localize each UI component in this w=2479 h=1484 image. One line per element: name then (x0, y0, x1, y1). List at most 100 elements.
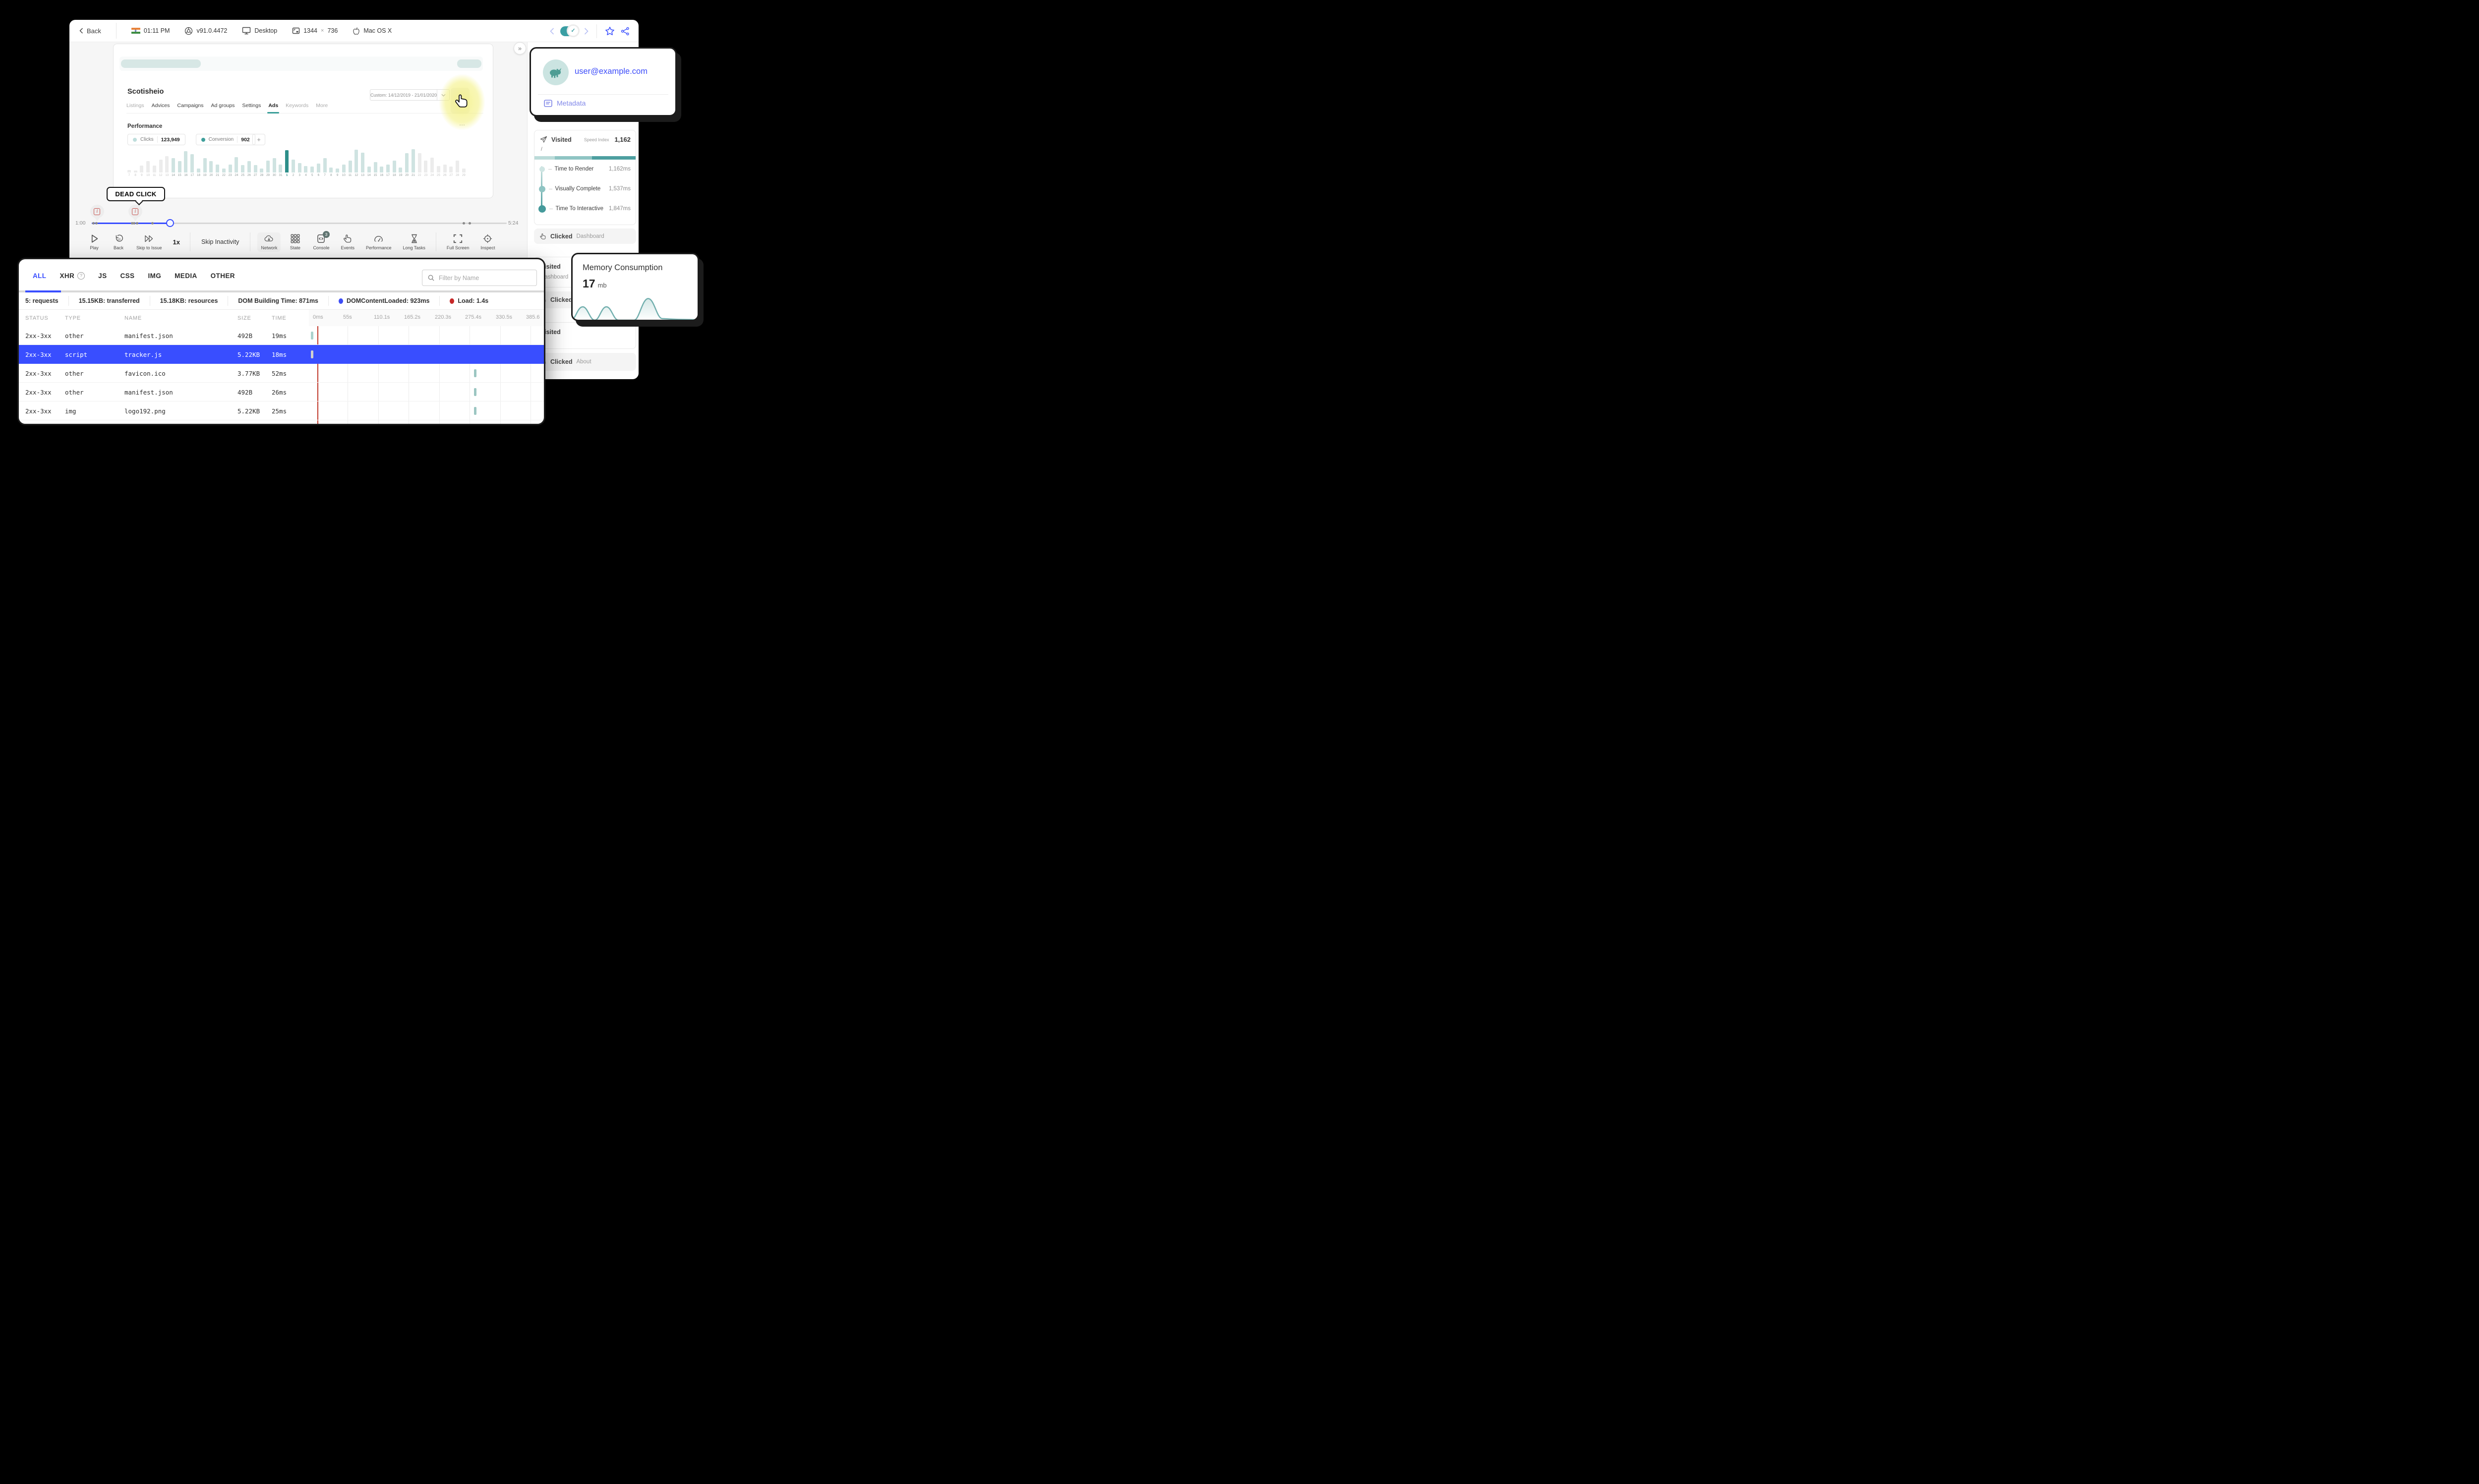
clicked-event-item[interactable]: Clicked About (534, 353, 636, 371)
timeline-cell (302, 326, 544, 345)
network-tab-img[interactable]: IMG (148, 272, 161, 280)
full-screen-button[interactable]: Full Screen (443, 232, 473, 252)
chart-x-label: 14 (172, 173, 175, 177)
browser-version-label: v91.0.4472 (196, 27, 228, 34)
memory-value: 17 (583, 277, 595, 290)
metric-value: 902 (241, 136, 250, 143)
cell-type: script (65, 350, 88, 358)
performance-button[interactable]: Performance (362, 232, 395, 252)
speed-button[interactable]: 1x (170, 238, 183, 246)
chart-bar (228, 165, 232, 172)
network-tab-all[interactable]: ALL (33, 272, 46, 280)
metadata-doc-icon (544, 99, 552, 107)
chart-x-label: 29 (266, 173, 270, 177)
site-tab-settings[interactable]: Settings (242, 103, 261, 109)
network-stat: DOM Building Time: 871ms (228, 296, 329, 306)
cell-size: 492B (237, 332, 253, 340)
site-tab-more[interactable]: More (316, 103, 328, 109)
request-row[interactable]: 2xx-3xx other favicon.ico 3.77KB 52ms (19, 364, 544, 383)
date-range-select[interactable]: Custom: 14/12/2019 - 21/01/2020 (370, 89, 450, 101)
chart-x-label: 9 (141, 173, 143, 177)
chart-bar (127, 170, 131, 172)
chart-bar-column: 6 (315, 149, 322, 177)
request-row[interactable]: 2xx-3xx other manifest.json 492B 26ms (19, 383, 544, 401)
site-tab-campaigns[interactable]: Campaigns (177, 103, 203, 109)
back-button[interactable]: Back (79, 27, 101, 35)
autoplay-toggle[interactable]: ✓ (560, 24, 580, 37)
site-tab-ad-groups[interactable]: Ad groups (211, 103, 235, 109)
chart-x-label: 8 (330, 173, 332, 177)
metric-chip-conversion[interactable]: Conversion 902 (195, 134, 255, 145)
issue-marker-pin[interactable]: i (90, 205, 104, 223)
filter-field[interactable] (422, 270, 537, 286)
skip-to-issue-button[interactable]: Skip to Issue (133, 232, 166, 252)
column-header-size: SIZE (237, 315, 251, 321)
chart-bar-column: 8 (328, 149, 335, 177)
clicked-event-item[interactable]: Clicked Dashboard (534, 228, 636, 244)
metric-dot-icon (538, 185, 545, 192)
metric-dot-icon (133, 137, 137, 142)
stat-text: DOM Building Time: 871ms (238, 297, 319, 304)
visited-event-item[interactable]: Visited (534, 322, 636, 349)
control-label: Full Screen (446, 245, 470, 250)
request-row[interactable]: 2xx-3xx other manifest.json 492B 19ms (19, 326, 544, 345)
dead-click-label: DEAD CLICK (115, 190, 157, 198)
site-tab-keywords[interactable]: Keywords (286, 103, 308, 109)
chart-x-label: 15 (177, 173, 181, 177)
network-tab-xhr[interactable]: XHR? (59, 272, 85, 280)
console-button[interactable]: 3 Console (309, 230, 333, 252)
back-label: Back (87, 27, 101, 35)
play-button[interactable]: Play (84, 232, 104, 252)
filter-input[interactable] (439, 274, 531, 282)
events-button[interactable]: Events (337, 232, 358, 252)
network-button[interactable]: Network (257, 232, 281, 252)
skip-inactivity-button[interactable]: Skip Inactivity (197, 238, 243, 245)
chart-bar-column: 21 (410, 149, 416, 177)
back-chevron-icon (79, 28, 83, 34)
collapse-sidebar-button[interactable]: » (514, 42, 526, 55)
metric-chip-clicks[interactable]: Clicks 123,949 (127, 134, 185, 145)
control-label: Long Tasks (403, 245, 425, 250)
long-tasks-button[interactable]: Long Tasks (400, 232, 429, 252)
metadata-button[interactable]: Metadata (544, 99, 586, 107)
help-icon[interactable]: ? (77, 272, 85, 280)
chart-bar-column: 3 (296, 149, 303, 177)
add-metric-button[interactable]: + (252, 134, 265, 145)
chart-x-label: 1 (286, 173, 288, 177)
request-row[interactable]: 2xx-3xx img logo192.png 5.22KB 25ms (19, 401, 544, 420)
chart-bar (159, 159, 163, 172)
timeline-event-dot (151, 222, 154, 225)
chart-bar (310, 166, 314, 172)
back-button[interactable]: 10 Back (109, 232, 128, 252)
favorite-star-button[interactable] (605, 26, 615, 36)
chart-bar (380, 166, 384, 172)
user-email[interactable]: user@example.com (575, 67, 648, 76)
metric-value: 1,537ms (608, 186, 631, 192)
visited-event-card[interactable]: Visited Speed Index 1,162 / Time to Rend… (534, 130, 636, 225)
network-tab-media[interactable]: MEDIA (175, 272, 197, 280)
issue-marker-pin[interactable]: i (128, 205, 142, 223)
state-button[interactable]: State (285, 232, 305, 252)
chart-bar (177, 161, 181, 172)
timeline-track[interactable]: ii (90, 205, 507, 227)
inspect-button[interactable]: Inspect (477, 232, 498, 252)
control-label: Play (90, 245, 99, 250)
site-tab-advices[interactable]: Advices (152, 103, 170, 109)
session-time-label: 01:11 PM (143, 27, 170, 34)
chart-bar-column: 8 (132, 149, 139, 177)
prev-session-button[interactable] (550, 27, 554, 35)
chart-x-label: 10 (342, 173, 346, 177)
network-tab-other[interactable]: OTHER (211, 272, 235, 280)
avatar (543, 59, 569, 85)
site-tab-ads[interactable]: Ads (267, 103, 280, 114)
metric-dot-icon (538, 205, 546, 213)
request-row[interactable]: 2xx-3xx script tracker.js 5.22KB 18ms (19, 345, 544, 364)
network-tab-js[interactable]: JS (98, 272, 107, 280)
network-tab-css[interactable]: CSS (120, 272, 134, 280)
site-tab-listings[interactable]: Listings (126, 103, 144, 109)
chart-x-label: 14 (367, 173, 371, 177)
chart-x-label: 2 (292, 173, 295, 177)
share-button[interactable] (621, 27, 630, 36)
chart-bar-column: 10 (145, 149, 151, 177)
next-session-button[interactable] (584, 27, 589, 35)
